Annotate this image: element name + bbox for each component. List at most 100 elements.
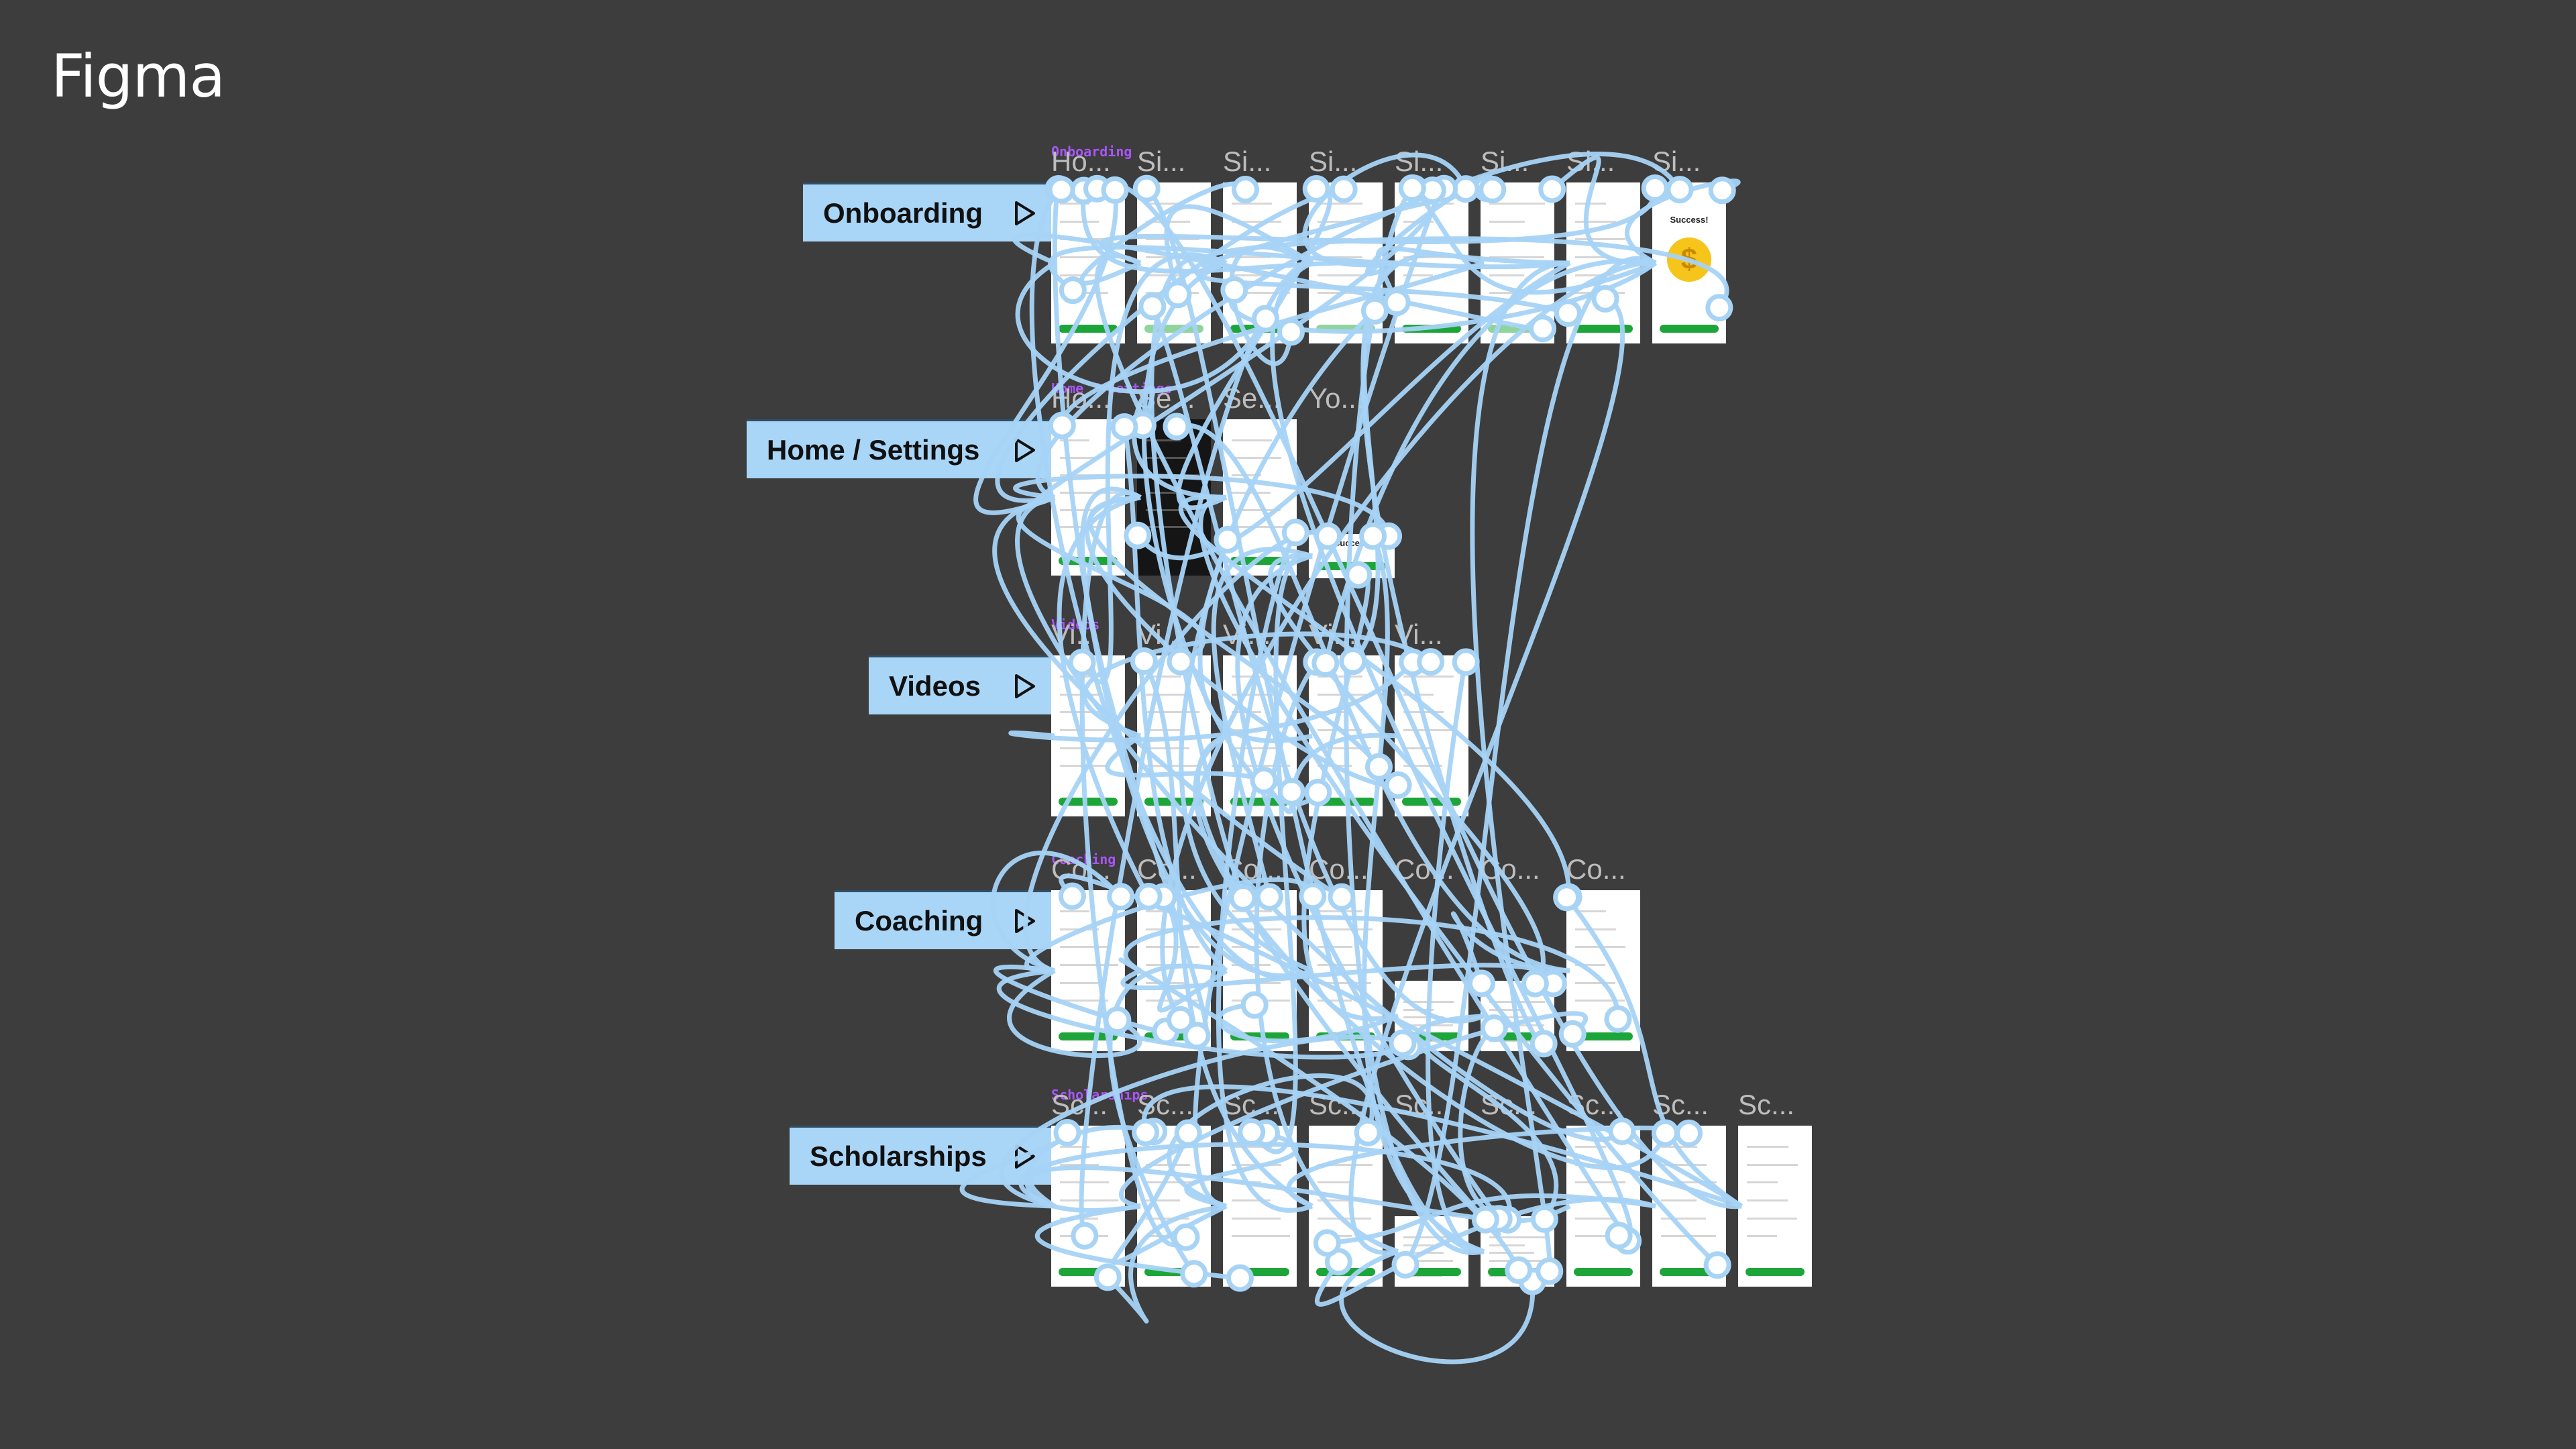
primary-button[interactable] [1059,1032,1118,1040]
text-placeholder [1146,203,1181,205]
text-placeholder [1232,1000,1291,1002]
text-placeholder [1060,474,1109,476]
screen-frame[interactable]: Success! $ [1652,182,1726,343]
text-placeholder [1232,292,1291,294]
screen-frame[interactable]: Success [1309,534,1395,578]
screen-frame[interactable] [1395,182,1468,343]
text-placeholder [1146,729,1180,731]
primary-button[interactable] [1660,1268,1719,1276]
primary-button[interactable] [1316,1032,1375,1040]
primary-button[interactable] [1316,798,1375,806]
screen-frame[interactable] [1137,655,1211,816]
text-placeholder [1146,491,1180,494]
screen-frame[interactable] [1051,655,1125,816]
text-placeholder [1575,1181,1625,1184]
primary-button[interactable] [1059,557,1118,565]
screen-frame[interactable] [1051,1126,1125,1287]
screen-frame[interactable] [1223,419,1297,576]
primary-button[interactable] [1059,325,1118,333]
screen-frame[interactable] [1223,182,1297,343]
screen-frame[interactable] [1051,419,1125,576]
play-icon[interactable] [1014,673,1036,700]
screen-frame[interactable] [1051,890,1125,1051]
primary-button[interactable] [1144,325,1203,333]
screen-frame[interactable] [1137,182,1211,343]
primary-button[interactable] [1574,1268,1633,1276]
screen-frame[interactable] [1566,890,1640,1051]
screen-frame[interactable] [1566,1126,1640,1287]
screen-frame[interactable] [1223,1126,1297,1287]
text-placeholder [1575,1199,1606,1201]
text-placeholder [1060,1000,1108,1002]
primary-button[interactable] [1230,557,1289,565]
primary-button[interactable] [1402,325,1461,333]
text-placeholder [1318,747,1372,749]
screen-frame[interactable] [1395,1216,1468,1287]
primary-button[interactable] [1746,1268,1805,1276]
primary-button[interactable] [1230,325,1289,333]
text-placeholder [1318,1146,1363,1148]
primary-button[interactable] [1059,1268,1118,1276]
play-icon[interactable] [1014,1143,1036,1170]
screen-frame[interactable] [1051,182,1125,343]
text-placeholder [1060,964,1119,966]
flow-start-videos[interactable]: Videos [869,655,1051,714]
primary-button[interactable] [1144,1268,1203,1276]
text-placeholder [1146,693,1191,696]
screen-title: Vi... [1223,619,1271,650]
continue-button[interactable] [1660,325,1719,333]
flow-start-scholarships[interactable]: Scholarships [790,1126,1051,1185]
primary-button[interactable] [1059,798,1118,806]
primary-button[interactable] [1402,1032,1461,1040]
play-icon[interactable] [1014,908,1036,934]
text-placeholder [1146,946,1200,949]
primary-button[interactable] [1402,1268,1461,1276]
play-icon[interactable] [1014,437,1036,464]
screen-frame[interactable] [1309,182,1383,343]
screen-frame[interactable] [1395,655,1468,816]
primary-button[interactable] [1574,1032,1633,1040]
primary-button[interactable] [1574,325,1633,333]
text-placeholder [1146,676,1181,678]
screen-frame[interactable] [1738,1126,1812,1287]
screen-frame[interactable] [1481,981,1554,1051]
primary-button[interactable] [1488,1268,1547,1276]
primary-button[interactable] [1488,1032,1547,1040]
flow-start-coaching[interactable]: Coaching [835,890,1051,949]
text-placeholder [1146,910,1181,912]
text-placeholder [1146,711,1200,714]
primary-button[interactable] [1230,1032,1289,1040]
primary-button[interactable] [1402,798,1461,806]
play-icon[interactable] [1014,200,1036,227]
screen-frame[interactable] [1481,1216,1554,1287]
primary-button[interactable] [1144,1032,1203,1040]
flow-start-onboarding[interactable]: Onboarding [803,182,1051,241]
text-placeholder [1146,1217,1190,1220]
text-placeholder [1661,1217,1707,1220]
screen-frame[interactable] [1223,655,1297,816]
screen-frame[interactable] [1137,890,1211,1051]
primary-button[interactable] [1316,325,1375,333]
screen-frame[interactable] [1137,419,1211,576]
screen-frame[interactable] [1481,182,1554,343]
screen-frame[interactable] [1309,1126,1383,1287]
primary-button[interactable] [1488,325,1547,333]
text-placeholder [1232,1217,1281,1220]
screen-frame[interactable] [1652,1126,1726,1287]
screen-frame[interactable] [1223,890,1297,1051]
screen-frame[interactable] [1395,981,1468,1051]
primary-button[interactable] [1316,1268,1375,1276]
flow-start-home-settings[interactable]: Home / Settings [747,419,1051,478]
ok-button[interactable] [1317,562,1387,570]
screen-frame[interactable] [1309,890,1383,1051]
text-placeholder [1318,203,1363,205]
text-placeholder [1232,1199,1271,1201]
text-placeholder [1232,765,1291,767]
screen-frame[interactable] [1566,182,1640,343]
screen-frame[interactable] [1137,1126,1211,1287]
primary-button[interactable] [1230,1268,1289,1276]
screen-frame[interactable] [1309,655,1383,816]
primary-button[interactable] [1144,798,1203,806]
screen-title: Sc... [1481,1089,1538,1120]
primary-button[interactable] [1230,798,1289,806]
